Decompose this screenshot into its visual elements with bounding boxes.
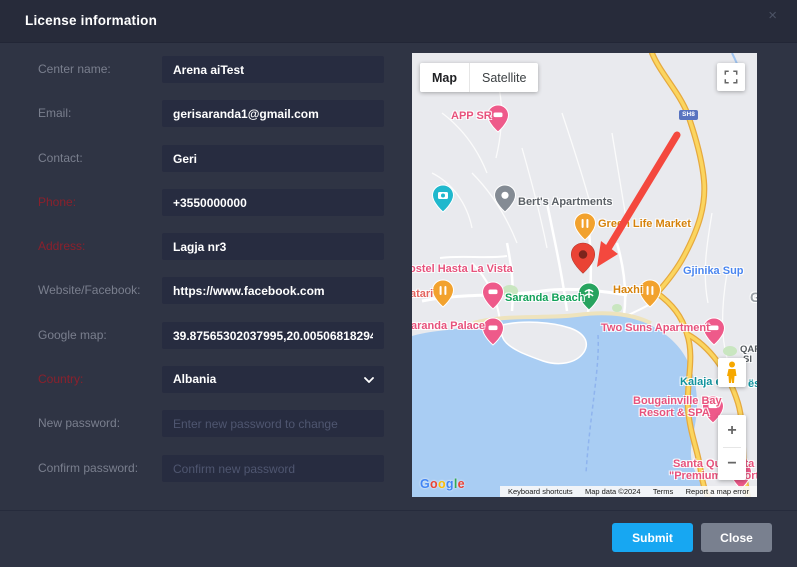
phone-label: Phone: bbox=[38, 189, 76, 216]
google-map-label: Google map: bbox=[38, 322, 107, 349]
website-input[interactable] bbox=[162, 277, 384, 304]
route-badge-sh8: SH8 bbox=[679, 110, 698, 120]
country-select[interactable]: Albania bbox=[162, 366, 384, 393]
contact-label: Contact: bbox=[38, 145, 83, 172]
new-password-input[interactable] bbox=[162, 410, 384, 437]
map-label-app-sr[interactable]: APP SR bbox=[451, 110, 492, 122]
modal-title: License information bbox=[25, 13, 157, 28]
modal-footer: Submit Close bbox=[0, 510, 797, 567]
center-name-label: Center name: bbox=[38, 56, 111, 83]
form-row-confirm-password: Confirm password: bbox=[38, 455, 384, 482]
chevron-down-icon bbox=[364, 377, 374, 383]
map-attribution: Keyboard shortcuts Map data ©2024 Terms … bbox=[500, 486, 757, 497]
marker-view-photo[interactable] bbox=[433, 185, 454, 212]
fullscreen-button[interactable] bbox=[717, 63, 745, 91]
map-label-haxhi[interactable]: Haxhi bbox=[613, 284, 643, 296]
map-label-two-suns-apartment[interactable]: Two Suns Apartment bbox=[601, 322, 710, 334]
marker-green-life-market[interactable] bbox=[575, 213, 596, 240]
keyboard-shortcuts-link[interactable]: Keyboard shortcuts bbox=[505, 487, 576, 496]
pegman-icon bbox=[724, 361, 740, 384]
map-label-green-life-market[interactable]: Green Life Market bbox=[598, 218, 691, 230]
logo-letter: g bbox=[446, 477, 454, 491]
map-label-hostel-hasta-la-vista[interactable]: ostel Hasta La Vista bbox=[412, 263, 513, 275]
form-row-website: Website/Facebook: bbox=[38, 277, 384, 304]
phone-input[interactable] bbox=[162, 189, 384, 216]
form-row-google-map: Google map: bbox=[38, 322, 384, 349]
google-map[interactable]: APP SR Bert's Apartments Green Life Mark… bbox=[412, 53, 757, 497]
map-label-saranda-palace[interactable]: aranda Palace bbox=[412, 320, 485, 332]
email-input[interactable] bbox=[162, 100, 384, 127]
modal-header: License information × bbox=[0, 0, 797, 43]
pegman-button[interactable] bbox=[718, 358, 746, 387]
google-map-coords-input[interactable] bbox=[162, 322, 384, 349]
logo-letter: e bbox=[458, 477, 465, 491]
form-row-email: Email: bbox=[38, 100, 384, 127]
address-input[interactable] bbox=[162, 233, 384, 260]
fullscreen-icon bbox=[723, 69, 739, 85]
country-selected-value: Albania bbox=[173, 372, 216, 386]
form-row-center-name: Center name: bbox=[38, 56, 384, 83]
marker-berts-apartments[interactable] bbox=[495, 185, 516, 212]
map-label-atari[interactable]: atari bbox=[412, 288, 433, 300]
website-label: Website/Facebook: bbox=[38, 277, 141, 304]
map-type-toggle: Map Satellite bbox=[420, 63, 538, 92]
close-icon[interactable]: × bbox=[768, 8, 777, 23]
form-row-country: Country: Albania bbox=[38, 366, 384, 393]
zoom-controls: + − bbox=[718, 415, 746, 480]
logo-letter: o bbox=[438, 477, 446, 491]
confirm-password-input[interactable] bbox=[162, 455, 384, 482]
map-label-kalaja-e[interactable]: Kalaja e bbox=[680, 376, 722, 388]
logo-letter: o bbox=[430, 477, 438, 491]
center-name-input[interactable] bbox=[162, 56, 384, 83]
form-row-phone: Phone: bbox=[38, 189, 384, 216]
zoom-out-button[interactable]: − bbox=[718, 448, 746, 480]
map-view-button[interactable]: Map bbox=[420, 63, 469, 92]
map-label-g[interactable]: G bbox=[750, 289, 757, 305]
submit-button[interactable]: Submit bbox=[612, 523, 693, 552]
close-button[interactable]: Close bbox=[701, 523, 772, 552]
confirm-password-label: Confirm password: bbox=[38, 455, 138, 482]
form-row-contact: Contact: bbox=[38, 145, 384, 172]
map-label-bougainville-bay[interactable]: Bougainville Bay bbox=[633, 395, 722, 407]
contact-input[interactable] bbox=[162, 145, 384, 172]
address-label: Address: bbox=[38, 233, 85, 260]
map-label-berts-apartments[interactable]: Bert's Apartments bbox=[518, 196, 613, 208]
map-label-es[interactable]: ës bbox=[748, 378, 757, 390]
map-label-resort-spa[interactable]: Resort & SPA bbox=[639, 407, 710, 419]
map-label-gjinika-supermarket[interactable]: Gjinika Sup bbox=[683, 265, 744, 277]
form-row-address: Address: bbox=[38, 233, 384, 260]
email-label: Email: bbox=[38, 100, 71, 127]
terms-link[interactable]: Terms bbox=[650, 487, 676, 496]
google-logo: Google bbox=[420, 477, 465, 491]
map-data-text: Map data ©2024 bbox=[582, 487, 644, 496]
new-password-label: New password: bbox=[38, 410, 120, 437]
report-map-error-link[interactable]: Report a map error bbox=[683, 487, 752, 496]
country-label: Country: bbox=[38, 366, 83, 393]
form-row-new-password: New password: bbox=[38, 410, 384, 437]
satellite-view-button[interactable]: Satellite bbox=[469, 63, 538, 92]
marker-hostel-hasta-la-vista[interactable] bbox=[483, 282, 504, 309]
map-label-saranda-beach[interactable]: Saranda Beach bbox=[505, 292, 584, 304]
zoom-in-button[interactable]: + bbox=[718, 415, 746, 447]
license-information-modal: License information × Center name: Email… bbox=[0, 0, 797, 567]
marker-atari-restaurant[interactable] bbox=[433, 280, 454, 307]
logo-letter: G bbox=[420, 477, 430, 491]
